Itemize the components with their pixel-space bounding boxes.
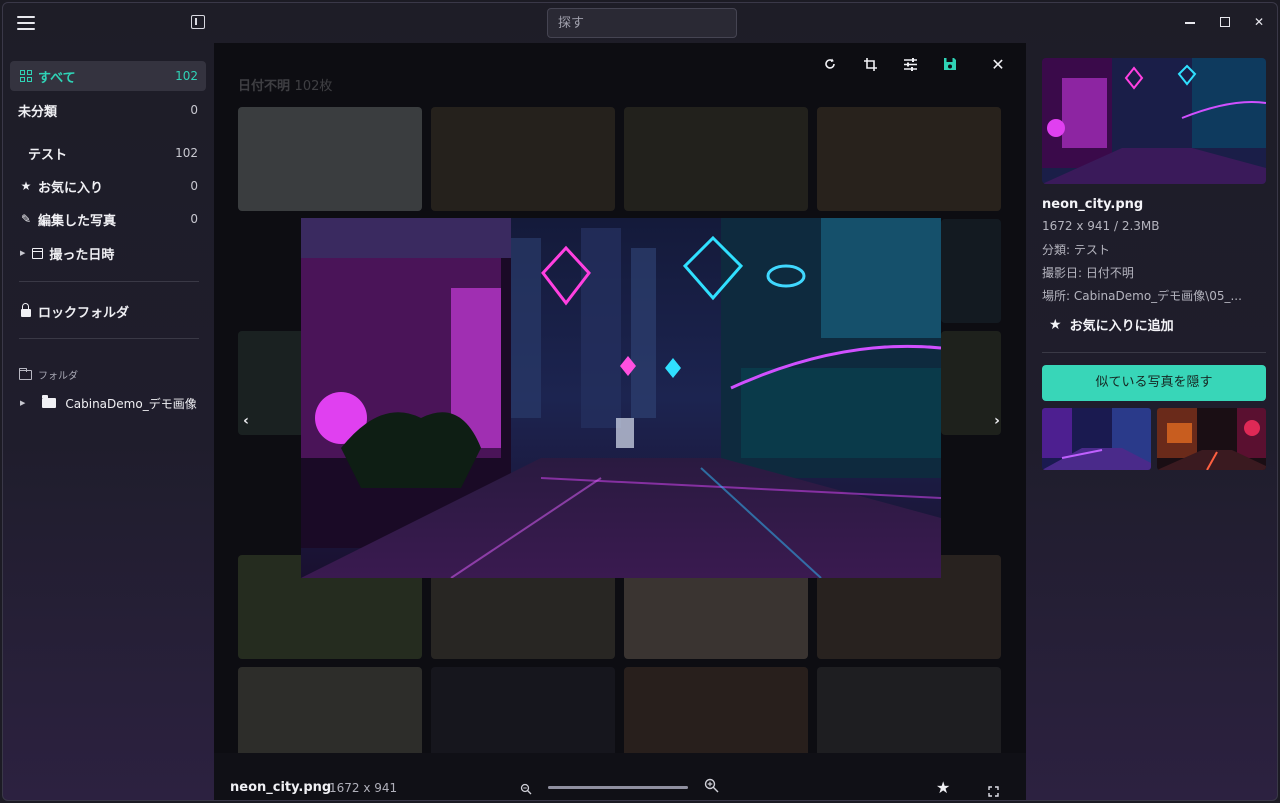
sidebar: すべて 102 未分類 0 テスト 102 ★ お気に入り 0 ✎ 編集した写真… <box>3 45 213 800</box>
sidebar-item-count: 0 <box>190 212 198 226</box>
zoom-slider[interactable] <box>548 786 688 789</box>
star-icon: ★ <box>1049 316 1062 333</box>
calendar-icon <box>29 245 45 261</box>
detail-file-name: neon_city.png <box>1042 197 1144 212</box>
fullscreen-icon[interactable] <box>988 782 999 797</box>
lock-icon <box>18 303 34 319</box>
sidebar-item-label: ロックフォルダ <box>38 305 130 321</box>
sidebar-divider <box>19 281 199 282</box>
sidebar-item-label: 編集した写真 <box>38 213 117 229</box>
viewer-status-bar: neon_city.png 1672 x 941 ★ <box>214 753 1026 800</box>
folder-outline-icon <box>19 367 32 380</box>
add-to-favorites-button[interactable]: ★ お気に入りに追加 <box>1049 315 1174 335</box>
maximize-icon[interactable] <box>1218 15 1232 29</box>
main-photo <box>301 218 941 578</box>
section-title: フォルダ <box>38 371 78 382</box>
similar-photo-thumbnail[interactable] <box>1157 408 1266 470</box>
pencil-icon: ✎ <box>20 212 32 226</box>
sidebar-item-date-taken[interactable]: ▶ 撮った日時 <box>10 238 206 268</box>
hide-similar-photos-button[interactable]: 似ている写真を隠す <box>1042 365 1266 401</box>
detail-size: 1672 x 941 / 2.3MB <box>1042 219 1160 233</box>
sidebar-item-edited[interactable]: ✎ 編集した写真 0 <box>10 204 206 234</box>
save-icon[interactable] <box>939 53 961 75</box>
close-viewer-icon[interactable]: ✕ <box>987 53 1009 75</box>
menu-icon[interactable] <box>17 16 35 30</box>
expand-caret-icon[interactable]: ▶ <box>20 249 25 257</box>
zoom-in-icon[interactable] <box>704 778 720 794</box>
detail-date: 撮影日: 日付不明 <box>1042 266 1134 280</box>
favorite-star-icon[interactable]: ★ <box>936 778 950 797</box>
next-photo-icon[interactable]: › <box>989 413 1005 429</box>
details-divider <box>1042 352 1266 353</box>
sidebar-item-label: すべて <box>38 70 76 86</box>
photo-viewer: 日付不明 102枚 ✕ ‹ › neon_city.png 1672 x 941… <box>214 43 1026 800</box>
title-bar: ✕ <box>3 3 1277 45</box>
detail-location: 場所: CabinaDemo_デモ画像\05_... <box>1042 289 1242 303</box>
grid-icon <box>18 68 34 84</box>
details-panel: neon_city.png 1672 x 941 / 2.3MB 分類: テスト… <box>1027 43 1277 800</box>
sidebar-item-label: お気に入り <box>38 180 104 196</box>
sidebar-divider <box>19 338 199 339</box>
sidebar-item-count: 102 <box>175 69 198 83</box>
sidebar-item-uncategorized[interactable]: 未分類 0 <box>10 95 206 125</box>
viewer-toolbar: ✕ <box>214 43 1026 85</box>
rotate-icon[interactable] <box>819 53 841 75</box>
sidebar-item-label: テスト <box>28 147 68 163</box>
folder-label: CabinaDemo_デモ画像 <box>65 396 197 411</box>
sidebar-toggle-icon[interactable] <box>191 15 205 29</box>
adjust-icon[interactable] <box>899 53 921 75</box>
expand-caret-icon[interactable]: ▶ <box>20 399 25 407</box>
similar-photo-thumbnail[interactable] <box>1042 408 1151 470</box>
crop-icon[interactable] <box>859 53 881 75</box>
sidebar-item-count: 102 <box>175 146 198 160</box>
detail-thumbnail <box>1042 58 1266 184</box>
sidebar-item-test[interactable]: テスト 102 <box>10 138 206 168</box>
close-window-icon[interactable]: ✕ <box>1252 15 1266 29</box>
sidebar-item-favorites[interactable]: ★ お気に入り 0 <box>10 171 206 201</box>
sidebar-item-label: 撮った日時 <box>49 247 115 263</box>
folders-section-label: フォルダ <box>19 367 78 382</box>
previous-photo-icon[interactable]: ‹ <box>238 413 254 429</box>
sidebar-item-count: 0 <box>190 179 198 193</box>
folder-icon <box>41 395 57 411</box>
viewer-file-name: neon_city.png <box>230 780 332 795</box>
sidebar-folder-item[interactable]: ▶ CabinaDemo_デモ画像 <box>10 388 206 418</box>
sidebar-item-lock-folder[interactable]: ロックフォルダ <box>10 296 206 326</box>
sidebar-item-count: 0 <box>190 103 198 117</box>
sidebar-item-all[interactable]: すべて 102 <box>10 61 206 91</box>
viewer-dimensions: 1672 x 941 <box>329 781 398 795</box>
minimize-icon[interactable] <box>1183 15 1197 29</box>
zoom-out-icon[interactable] <box>520 780 534 795</box>
add-to-favorites-label: お気に入りに追加 <box>1069 319 1174 334</box>
zoom-slider-fill <box>548 786 688 789</box>
star-icon: ★ <box>20 179 32 193</box>
search-input[interactable] <box>547 8 737 38</box>
detail-category: 分類: テスト <box>1042 243 1110 257</box>
app-window: ✕ すべて 102 未分類 0 テスト 102 ★ お気に入り 0 ✎ 編集した… <box>2 2 1278 801</box>
sidebar-item-label: 未分類 <box>18 104 58 120</box>
